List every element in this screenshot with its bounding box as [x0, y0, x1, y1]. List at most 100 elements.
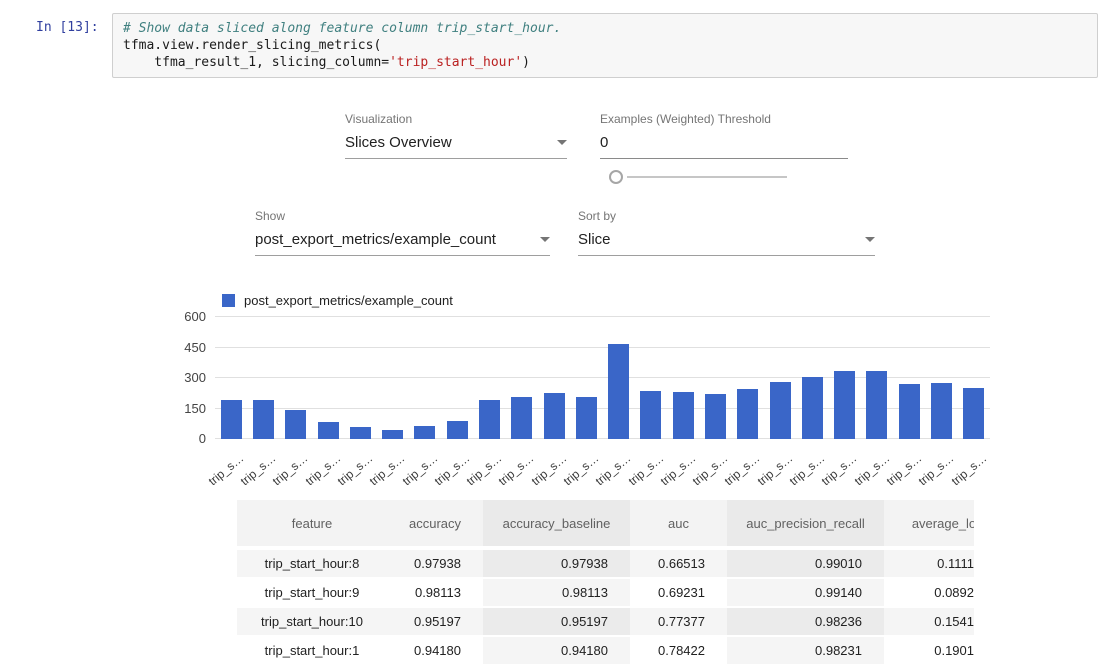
- bar[interactable]: [673, 392, 694, 439]
- bar[interactable]: [770, 382, 791, 439]
- y-tick-label: 150: [156, 401, 206, 416]
- bar[interactable]: [414, 426, 435, 439]
- slices-overview-chart: post_export_metrics/example_count 015030…: [0, 285, 1060, 495]
- y-tick-label: 450: [156, 340, 206, 355]
- metric-cell: 0.1541: [884, 608, 974, 637]
- metrics-table: featureaccuracyaccuracy_baselineaucauc_p…: [237, 500, 974, 666]
- x-tick-label: trip_s…: [625, 451, 666, 488]
- metric-cell: 0.1111: [884, 550, 974, 579]
- sort-by-dropdown[interactable]: Slice: [578, 231, 875, 256]
- bar[interactable]: [931, 383, 952, 439]
- metric-cell: 0.98236: [727, 608, 884, 637]
- chart-y-axis: 0150300450600: [156, 317, 206, 439]
- legend-label: post_export_metrics/example_count: [244, 293, 453, 308]
- sort-by-selected-value: Slice: [578, 231, 611, 248]
- x-tick-label: trip_s…: [432, 451, 473, 488]
- x-tick-label: trip_s…: [722, 451, 763, 488]
- chart-legend: post_export_metrics/example_count: [222, 293, 453, 308]
- metric-cell: 0.97938: [387, 550, 483, 579]
- x-tick-label: trip_s…: [270, 451, 311, 488]
- code-editor[interactable]: # Show data sliced along feature column …: [123, 20, 1087, 71]
- bar[interactable]: [608, 344, 629, 439]
- x-tick-label: trip_s…: [302, 451, 343, 488]
- metric-cell: 0.99010: [727, 550, 884, 579]
- bar[interactable]: [802, 377, 823, 439]
- column-header[interactable]: feature: [237, 500, 387, 550]
- feature-cell: trip_start_hour:10: [237, 608, 387, 637]
- show-dropdown[interactable]: post_export_metrics/example_count: [255, 231, 550, 256]
- metric-cell: 0.99140: [727, 579, 884, 608]
- visualization-control: Visualization Slices Overview: [345, 112, 567, 159]
- feature-cell: trip_start_hour:1: [237, 637, 387, 666]
- x-tick-label: trip_s…: [367, 451, 408, 488]
- chevron-down-icon[interactable]: [540, 237, 550, 242]
- bar[interactable]: [899, 384, 920, 439]
- x-tick-label: trip_s…: [464, 451, 505, 488]
- bar[interactable]: [576, 397, 597, 439]
- chevron-down-icon[interactable]: [557, 140, 567, 145]
- x-tick-label: trip_s…: [528, 451, 569, 488]
- metric-cell: 0.98113: [483, 579, 630, 608]
- chevron-down-icon[interactable]: [865, 237, 875, 242]
- code-string-literal: 'trip_start_hour': [389, 55, 522, 70]
- table-row[interactable]: trip_start_hour:90.981130.981130.692310.…: [237, 579, 974, 608]
- bar[interactable]: [285, 410, 306, 439]
- show-metric-control: Show post_export_metrics/example_count: [255, 209, 550, 256]
- metric-cell: 0.78422: [630, 637, 727, 666]
- feature-cell: trip_start_hour:9: [237, 579, 387, 608]
- show-selected-value: post_export_metrics/example_count: [255, 231, 496, 248]
- feature-cell: trip_start_hour:8: [237, 550, 387, 579]
- threshold-input[interactable]: [600, 134, 848, 159]
- visualization-dropdown[interactable]: Slices Overview: [345, 134, 567, 159]
- bar[interactable]: [447, 421, 468, 439]
- bar[interactable]: [253, 400, 274, 439]
- table-row[interactable]: trip_start_hour:10.941800.941800.784220.…: [237, 637, 974, 666]
- column-header[interactable]: auc_precision_recall: [727, 500, 884, 550]
- bar[interactable]: [544, 393, 565, 439]
- metrics-table-container: featureaccuracyaccuracy_baselineaucauc_p…: [237, 500, 974, 668]
- x-tick-label: trip_s…: [335, 451, 376, 488]
- sort-by-control: Sort by Slice: [578, 209, 875, 256]
- column-header[interactable]: auc: [630, 500, 727, 550]
- bar[interactable]: [705, 394, 726, 439]
- column-header[interactable]: accuracy: [387, 500, 483, 550]
- bar[interactable]: [866, 371, 887, 439]
- visualization-label: Visualization: [345, 112, 567, 126]
- threshold-control: Examples (Weighted) Threshold: [600, 112, 848, 159]
- code-cell[interactable]: # Show data sliced along feature column …: [112, 13, 1098, 78]
- chart-x-axis: trip_s…trip_s…trip_s…trip_s…trip_s…trip_…: [215, 443, 990, 491]
- x-tick-label: trip_s…: [238, 451, 279, 488]
- bar[interactable]: [382, 430, 403, 439]
- chart-plot-area: [215, 317, 990, 439]
- table-row[interactable]: trip_start_hour:100.951970.951970.773770…: [237, 608, 974, 637]
- legend-color-swatch: [222, 294, 235, 307]
- gridline: [215, 347, 990, 348]
- metric-cell: 0.95197: [387, 608, 483, 637]
- metric-cell: 0.94180: [387, 637, 483, 666]
- x-tick-label: trip_s…: [851, 451, 892, 488]
- bar[interactable]: [479, 400, 500, 439]
- x-tick-label: trip_s…: [948, 451, 989, 488]
- slider-knob[interactable]: [609, 170, 623, 184]
- column-header[interactable]: accuracy_baseline: [483, 500, 630, 550]
- bar[interactable]: [737, 389, 758, 439]
- bar[interactable]: [350, 427, 371, 439]
- x-tick-label: trip_s…: [787, 451, 828, 488]
- metric-cell: 0.94180: [483, 637, 630, 666]
- bar[interactable]: [963, 388, 984, 439]
- jupyter-notebook-page: In [13]: # Show data sliced along featur…: [0, 0, 1111, 668]
- metric-cell: 0.69231: [630, 579, 727, 608]
- bar[interactable]: [511, 397, 532, 439]
- bar[interactable]: [640, 391, 661, 439]
- y-tick-label: 300: [156, 370, 206, 385]
- x-tick-label: trip_s…: [819, 451, 860, 488]
- column-header[interactable]: average_loss: [884, 500, 974, 550]
- bar[interactable]: [834, 371, 855, 439]
- bar[interactable]: [318, 422, 339, 439]
- table-row[interactable]: trip_start_hour:80.979380.979380.665130.…: [237, 550, 974, 579]
- bar[interactable]: [221, 400, 242, 439]
- threshold-slider[interactable]: [609, 170, 789, 184]
- slider-track[interactable]: [627, 176, 787, 178]
- metric-cell: 0.66513: [630, 550, 727, 579]
- x-tick-label: trip_s…: [884, 451, 925, 488]
